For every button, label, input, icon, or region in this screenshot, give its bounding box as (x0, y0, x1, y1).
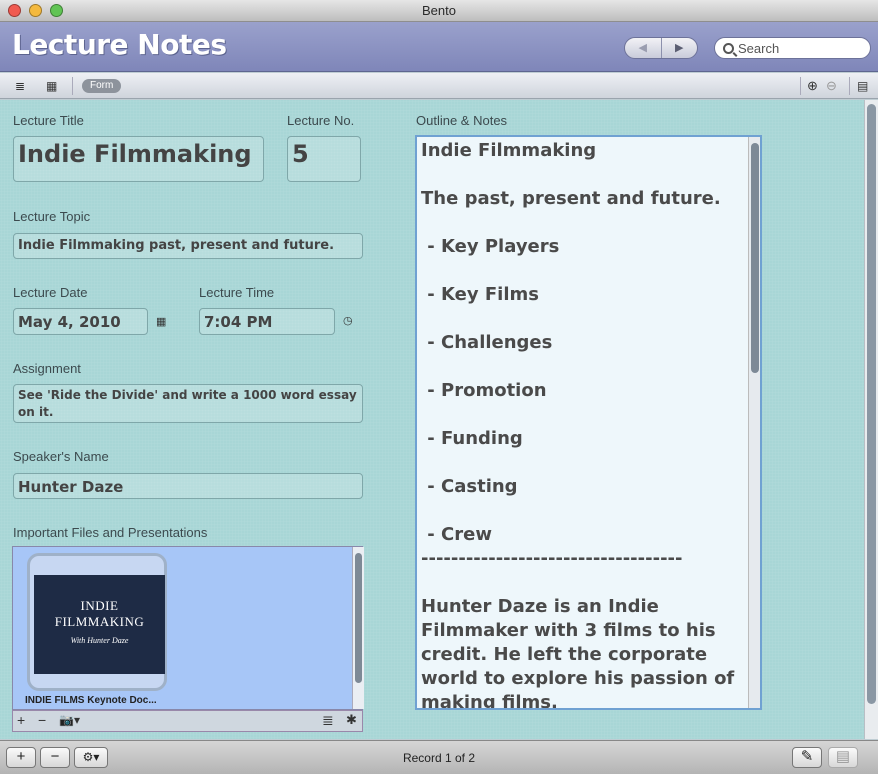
lecture-title-field[interactable]: Indie Filmmaking (13, 136, 264, 182)
remove-file-button[interactable]: − (38, 712, 46, 728)
scroll-thumb[interactable] (355, 553, 362, 683)
window-controls (8, 4, 63, 17)
toolbar-divider (849, 77, 850, 95)
files-label: Important Files and Presentations (13, 525, 208, 540)
list-view-icon[interactable]: ≣ (15, 79, 25, 93)
file-name[interactable]: INDIE FILMS Keynote Doc... (25, 695, 157, 706)
lecture-time-field[interactable]: 7:04 PM (199, 308, 335, 335)
gear-icon[interactable]: ✱ (346, 712, 357, 728)
inspector-icon[interactable]: ▤ (857, 79, 868, 93)
lecture-no-field[interactable]: 5 (287, 136, 361, 182)
next-record-button[interactable]: ▶ (662, 38, 698, 58)
window-title: Bento (422, 3, 456, 18)
view-icon[interactable]: ▤ (828, 747, 858, 768)
close-button[interactable] (8, 4, 21, 17)
speaker-name-field[interactable]: Hunter Daze (13, 473, 363, 499)
form-scrollbar[interactable] (864, 100, 878, 739)
lecture-time-label: Lecture Time (199, 285, 275, 300)
add-field-icon[interactable]: ⊕ (807, 78, 818, 94)
camera-icon[interactable]: 📷▾ (59, 713, 80, 727)
search-icon (723, 42, 734, 54)
previous-record-button[interactable]: ◀ (625, 38, 662, 58)
lecture-date-label: Lecture Date (13, 285, 88, 300)
notes-field[interactable]: Indie Filmmaking The past, present and f… (415, 135, 762, 710)
status-bar: + − ⚙▾ Record 1 of 2 ✎ ▤ (0, 740, 878, 774)
window-titlebar: Bento (0, 0, 878, 22)
keynote-preview: INDIE FILMMAKING With Hunter Daze (34, 575, 165, 674)
minimize-button[interactable] (29, 4, 42, 17)
search-input[interactable] (738, 40, 858, 56)
scroll-thumb[interactable] (751, 143, 759, 373)
scroll-thumb[interactable] (867, 104, 876, 704)
zoom-button[interactable] (50, 4, 63, 17)
lecture-date-field[interactable]: May 4, 2010 (13, 308, 148, 335)
lecture-title-label: Lecture Title (13, 113, 84, 128)
add-file-button[interactable]: + (17, 712, 25, 728)
assignment-field[interactable]: See 'Ride the Divide' and write a 1000 w… (13, 384, 363, 423)
lecture-no-label: Lecture No. (287, 113, 355, 128)
notes-label: Outline & Notes (416, 113, 508, 128)
toolbar-divider (72, 77, 73, 95)
search-field[interactable] (714, 37, 871, 59)
slide-title: INDIE FILMMAKING (54, 598, 145, 629)
slide-subtitle: With Hunter Daze (70, 636, 129, 645)
files-gallery[interactable]: INDIE FILMMAKING With Hunter Daze INDIE … (12, 546, 364, 710)
notes-scrollbar[interactable] (748, 137, 760, 708)
files-scrollbar[interactable] (352, 547, 364, 709)
calendar-icon[interactable]: ▦ (156, 315, 166, 328)
view-toolbar: ≣ ▦ Form ⊕ ⊖ ▤ (0, 73, 878, 99)
assignment-label: Assignment (13, 361, 81, 376)
clock-icon[interactable]: ◷ (343, 314, 353, 327)
record-counter: Record 1 of 2 (402, 751, 476, 765)
library-title: Lecture Notes (12, 28, 227, 61)
library-header: Lecture Notes ◀ ▶ (0, 22, 878, 72)
grid-view-icon[interactable]: ▦ (46, 79, 57, 93)
files-toolbar: + − 📷▾ ≣ ✱ (12, 710, 363, 732)
file-thumbnail[interactable]: INDIE FILMMAKING With Hunter Daze (27, 553, 167, 691)
speaker-name-label: Speaker's Name (13, 449, 109, 464)
toolbar-divider (800, 77, 801, 95)
form-view-button[interactable]: Form (82, 79, 122, 93)
remove-field-icon[interactable]: ⊖ (826, 78, 837, 94)
lecture-topic-field[interactable]: Indie Filmmaking past, present and futur… (13, 233, 363, 259)
notes-text[interactable]: Indie Filmmaking The past, present and f… (421, 139, 746, 708)
list-icon[interactable]: ≣ (322, 712, 334, 729)
edit-icon[interactable]: ✎ (792, 747, 822, 768)
lecture-topic-label: Lecture Topic (13, 209, 91, 224)
record-navigation: ◀ ▶ (624, 37, 698, 59)
